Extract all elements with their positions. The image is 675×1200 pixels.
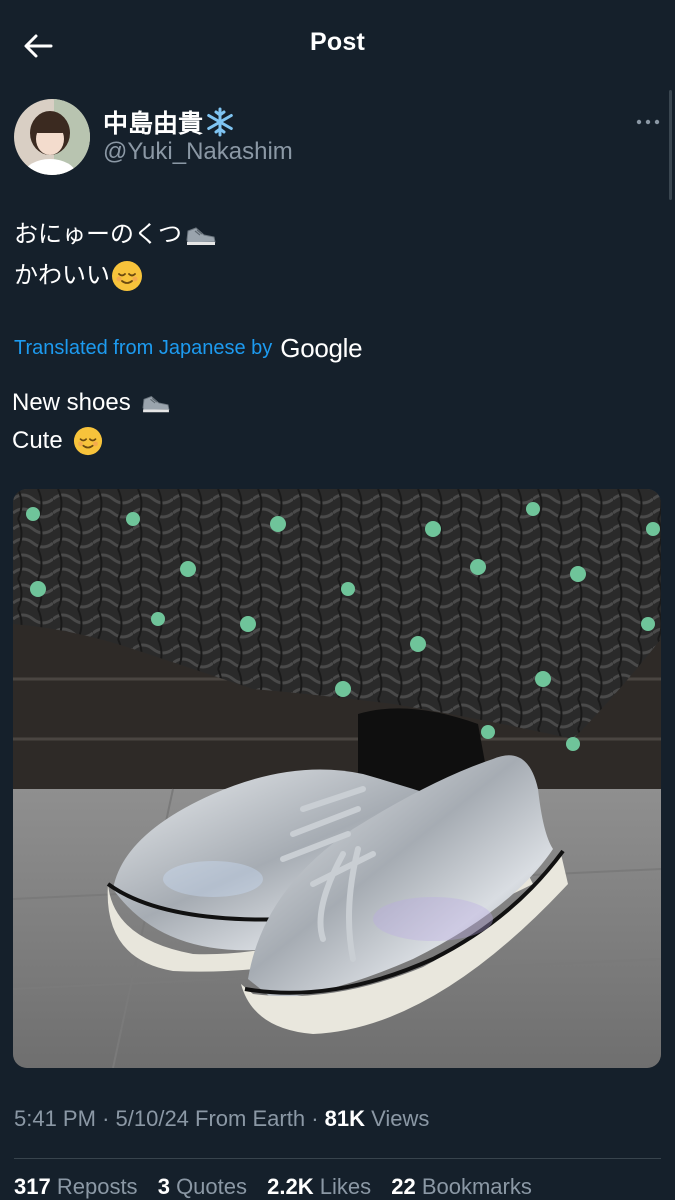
views-label[interactable]: Views xyxy=(371,1106,429,1131)
post-line-2: かわいい xyxy=(14,255,218,296)
translated-line-2: Cute xyxy=(12,422,172,460)
reposts-stat[interactable]: 317 Reposts xyxy=(14,1174,138,1199)
avatar[interactable] xyxy=(14,99,90,175)
post-page: Post 中島由貴 @Yuki_Nakashim おにゅーのくつ かわいい Tr… xyxy=(0,0,675,1200)
sneaker-icon xyxy=(142,396,170,413)
post-line-1: おにゅーのくつ xyxy=(14,214,218,255)
sneaker-icon xyxy=(186,226,216,245)
engagement-stats: 317 Reposts 3 Quotes 2.2K Likes 22 Bookm… xyxy=(14,1174,532,1200)
page-title: Post xyxy=(310,28,365,56)
google-logo: Google xyxy=(280,333,363,363)
author-name-text: 中島由貴 xyxy=(103,110,204,138)
relieved-face-icon xyxy=(73,426,102,456)
author-handle[interactable]: @Yuki_Nakashim xyxy=(103,138,293,166)
relieved-face-icon xyxy=(112,260,142,291)
views-count: 81K xyxy=(324,1106,366,1131)
translation-attribution[interactable]: Translated from Japanese by Google xyxy=(14,333,363,364)
more-options-button[interactable] xyxy=(630,108,666,136)
translation-label: Translated from Japanese by xyxy=(14,337,273,359)
post-date: 5/10/24 xyxy=(115,1106,189,1131)
translated-line-2-text: Cute xyxy=(12,427,63,454)
translated-text: New shoes Cute xyxy=(12,384,172,460)
quotes-stat[interactable]: 3 Quotes xyxy=(158,1174,247,1199)
sneakers-photo xyxy=(13,489,661,1068)
post-text: おにゅーのくつ かわいい xyxy=(14,214,218,296)
post-line-1-text: おにゅーのくつ xyxy=(14,220,182,248)
post-photo[interactable] xyxy=(13,489,661,1068)
post-time: 5:41 PM xyxy=(14,1106,96,1131)
author-name[interactable]: 中島由貴 xyxy=(103,104,235,140)
divider xyxy=(14,1158,661,1159)
post-line-2-text: かわいい xyxy=(14,261,110,289)
likes-stat[interactable]: 2.2K Likes xyxy=(267,1174,371,1199)
top-bar: Post xyxy=(0,0,675,90)
bookmarks-stat[interactable]: 22 Bookmarks xyxy=(391,1174,532,1199)
avatar-image xyxy=(14,99,90,175)
post-meta: 5:41 PM · 5/10/24 From Earth · 81K Views xyxy=(14,1106,430,1131)
post-source: From Earth xyxy=(195,1106,306,1131)
scrollbar[interactable] xyxy=(669,90,672,200)
more-horizontal-icon xyxy=(636,119,660,125)
translated-line-1: New shoes xyxy=(12,384,172,422)
snowflake-icon xyxy=(207,107,233,137)
translated-line-1-text: New shoes xyxy=(12,389,131,416)
